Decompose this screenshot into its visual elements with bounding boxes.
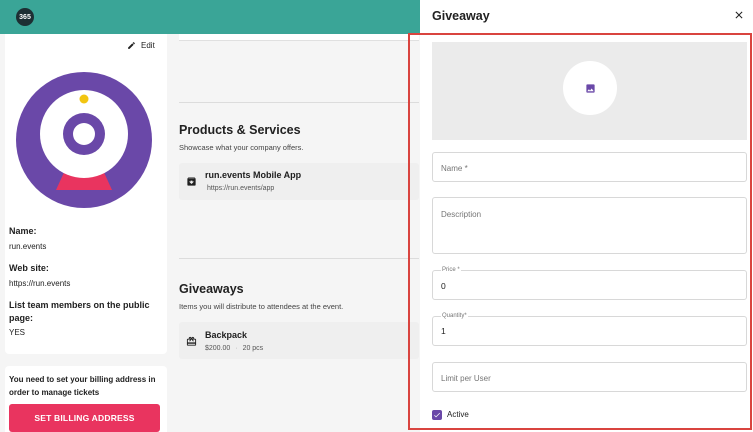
team-label-line1: List team members on the public <box>9 300 150 310</box>
section-divider <box>179 102 419 103</box>
limit-per-user-placeholder: Limit per User <box>441 374 491 383</box>
company-avatar <box>16 72 152 208</box>
active-label: Active <box>447 410 469 419</box>
active-checkbox[interactable] <box>432 410 442 420</box>
team-label-line2: page: <box>9 313 34 323</box>
product-detail: https://run.events/app <box>207 185 275 192</box>
product-name: run.events Mobile App <box>205 170 302 180</box>
giveaways-title: Giveaways <box>179 282 244 296</box>
giveaways-subtitle: Items you will distribute to attendees a… <box>179 302 344 311</box>
top-bar <box>0 0 420 34</box>
giveaway-meta: $200.00 · 20 pcs <box>205 345 263 352</box>
name-field[interactable] <box>432 152 747 182</box>
name-label: Name: <box>9 226 37 236</box>
giveaway-separator: · <box>235 345 238 352</box>
archive-icon <box>187 177 196 186</box>
image-icon <box>585 83 595 93</box>
checkmark-icon <box>434 412 440 418</box>
description-placeholder: Description <box>441 210 482 219</box>
giveaway-quantity: 20 pcs <box>242 345 264 352</box>
edit-button[interactable]: Edit <box>127 41 155 50</box>
previous-section-edge <box>179 34 419 41</box>
close-icon[interactable] <box>733 9 745 21</box>
gift-icon <box>186 336 197 346</box>
billing-message-line1: You need to set your billing address in <box>9 375 156 384</box>
billing-message-line2: order to manage tickets <box>9 388 100 397</box>
website-value: https://run.events <box>9 279 71 288</box>
price-field[interactable] <box>432 270 747 300</box>
product-item[interactable] <box>179 163 419 200</box>
section-divider <box>179 258 419 259</box>
giveaway-item[interactable] <box>179 322 419 359</box>
quantity-label: Quantity* <box>441 313 468 319</box>
products-title: Products & Services <box>179 123 301 137</box>
price-label: Price * <box>441 267 461 273</box>
giveaway-name: Backpack <box>205 330 248 340</box>
products-subtitle: Showcase what your company offers. <box>179 143 304 152</box>
quantity-field[interactable] <box>432 316 747 346</box>
app-logo[interactable]: 365 <box>16 8 34 26</box>
billing-message: You need to set your billing address in … <box>9 373 161 399</box>
name-value: run.events <box>9 242 47 251</box>
giveaway-price: $200.00 <box>205 345 231 352</box>
description-field[interactable] <box>432 197 747 254</box>
price-value: 0 <box>441 281 446 291</box>
quantity-value: 1 <box>441 326 446 336</box>
name-placeholder: Name * <box>441 164 468 173</box>
drawer-title: Giveaway <box>432 9 490 23</box>
website-label: Web site: <box>9 263 49 273</box>
edit-label: Edit <box>141 41 155 50</box>
image-upload-button[interactable] <box>563 61 617 115</box>
set-billing-address-button[interactable]: SET BILLING ADDRESS <box>9 404 160 432</box>
team-value: YES <box>9 328 26 337</box>
webcam-logo-icon <box>40 90 128 190</box>
pencil-icon <box>128 42 135 49</box>
